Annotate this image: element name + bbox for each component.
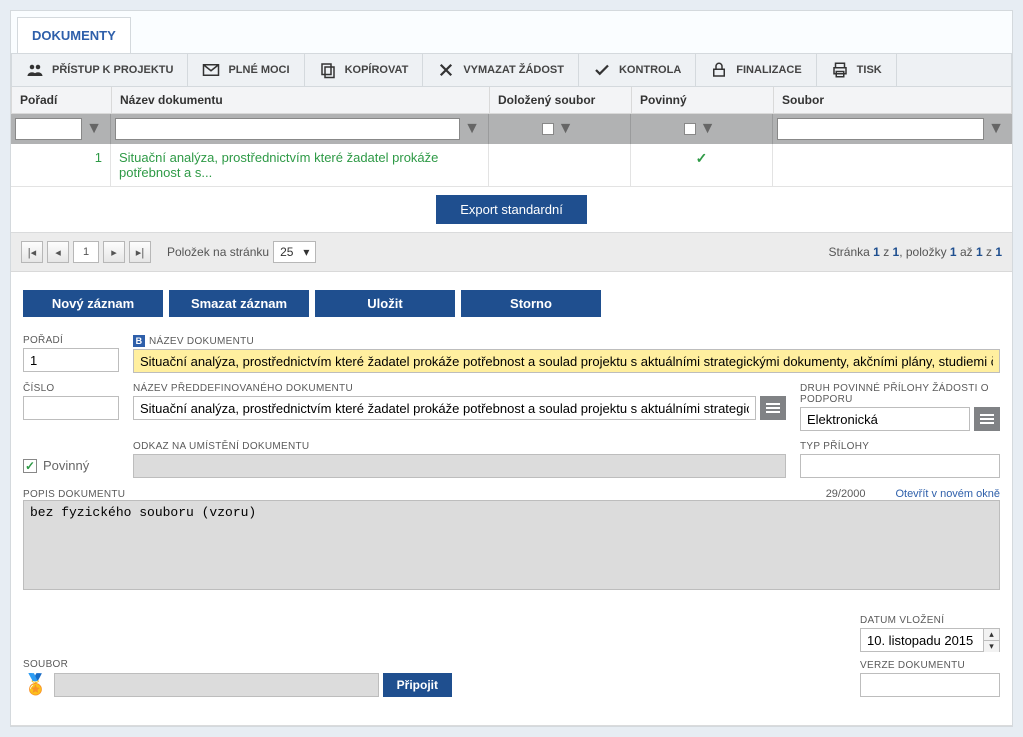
toolbar: PŘÍSTUP K PROJEKTU PLNÉ MOCI KOPÍROVAT V… bbox=[11, 53, 1012, 87]
col-file[interactable]: Soubor bbox=[774, 87, 1011, 113]
col-attached[interactable]: Doložený soubor bbox=[490, 87, 632, 113]
number-field[interactable] bbox=[23, 396, 119, 420]
pager-per-label: Položek na stránku bbox=[167, 245, 269, 259]
file-field[interactable] bbox=[54, 673, 379, 697]
chevron-down-icon: ▾ bbox=[303, 245, 309, 259]
doc-name-field[interactable] bbox=[133, 349, 1000, 373]
order-field[interactable] bbox=[23, 348, 119, 372]
table-row[interactable]: 1 Situační analýza, prostřednictvím kter… bbox=[11, 144, 1012, 187]
grid-header: Pořadí Název dokumentu Doložený soubor P… bbox=[11, 87, 1012, 114]
druh-field[interactable] bbox=[800, 407, 970, 431]
label-order: POŘADÍ bbox=[23, 335, 119, 346]
date-field[interactable] bbox=[860, 628, 1000, 652]
print-icon bbox=[831, 61, 849, 79]
label-type: TYP PŘÍLOHY bbox=[800, 441, 1000, 452]
filter-icon[interactable]: ▼ bbox=[988, 120, 1004, 138]
toolbar-access[interactable]: PŘÍSTUP K PROJEKTU bbox=[12, 54, 188, 86]
predef-lookup-icon[interactable] bbox=[760, 396, 786, 420]
signature-icon[interactable]: 🏅 bbox=[23, 672, 48, 697]
pager-prev[interactable]: ◂ bbox=[47, 241, 69, 263]
pager-next[interactable]: ▸ bbox=[103, 241, 125, 263]
type-field[interactable] bbox=[800, 454, 1000, 478]
attach-button[interactable]: Připojit bbox=[383, 673, 452, 697]
label-druh: DRUH POVINNÉ PŘÍLOHY ŽÁDOSTI O PODPORU bbox=[800, 383, 1000, 405]
save-button[interactable]: Uložit bbox=[315, 290, 455, 317]
col-order[interactable]: Pořadí bbox=[12, 87, 112, 113]
filter-icon[interactable]: ▼ bbox=[700, 120, 716, 138]
cell-file bbox=[773, 144, 1012, 186]
toolbar-copy[interactable]: KOPÍROVAT bbox=[305, 54, 424, 86]
filter-icon[interactable]: ▼ bbox=[464, 120, 480, 138]
toolbar-poa[interactable]: PLNÉ MOCI bbox=[188, 54, 304, 86]
label-number: ČÍSLO bbox=[23, 383, 119, 394]
label-mandatory: Povinný bbox=[43, 458, 89, 473]
toolbar-delete[interactable]: VYMAZAT ŽÁDOST bbox=[423, 54, 579, 86]
col-mandatory[interactable]: Povinný bbox=[632, 87, 774, 113]
label-date: DATUM VLOŽENÍ bbox=[860, 615, 1000, 626]
label-name: BNÁZEV DOKUMENTU bbox=[133, 335, 1000, 347]
cell-attached bbox=[489, 144, 631, 186]
desc-counter: 29/2000 bbox=[826, 488, 866, 500]
pager-status: Stránka 1 z 1, položky 1 až 1 z 1 bbox=[828, 245, 1002, 259]
link-field[interactable] bbox=[133, 454, 786, 478]
label-predef: NÁZEV PŘEDDEFINOVANÉHO DOKUMENTU bbox=[133, 383, 786, 394]
required-icon: B bbox=[133, 335, 145, 347]
date-spinner[interactable]: ▴▾ bbox=[983, 629, 999, 651]
check-icon: ✓ bbox=[696, 150, 708, 166]
druh-lookup-icon[interactable] bbox=[974, 407, 1000, 431]
filter-file[interactable] bbox=[777, 118, 984, 140]
open-new-window-link[interactable]: Otevřít v novém okně bbox=[895, 488, 1000, 500]
label-desc: POPIS DOKUMENTU bbox=[23, 489, 125, 500]
check-icon bbox=[593, 61, 611, 79]
label-version: VERZE DOKUMENTU bbox=[860, 660, 1000, 671]
pager-size-select[interactable]: 25▾ bbox=[273, 241, 316, 263]
chevron-up-icon[interactable]: ▴ bbox=[984, 629, 999, 641]
filter-icon[interactable]: ▼ bbox=[86, 120, 102, 138]
pager-page[interactable]: 1 bbox=[73, 241, 99, 263]
mail-icon bbox=[202, 61, 220, 79]
tab-documents[interactable]: DOKUMENTY bbox=[17, 17, 131, 53]
toolbar-check[interactable]: KONTROLA bbox=[579, 54, 696, 86]
cell-mandatory: ✓ bbox=[631, 144, 773, 186]
toolbar-print[interactable]: TISK bbox=[817, 54, 897, 86]
toolbar-finalize[interactable]: FINALIZACE bbox=[696, 54, 816, 86]
chevron-down-icon[interactable]: ▾ bbox=[984, 641, 999, 652]
predef-field[interactable] bbox=[133, 396, 756, 420]
filter-icon[interactable]: ▼ bbox=[558, 120, 574, 138]
col-name[interactable]: Název dokumentu bbox=[112, 87, 490, 113]
delete-button[interactable]: Smazat záznam bbox=[169, 290, 309, 317]
desc-field[interactable]: bez fyzického souboru (vzoru) bbox=[23, 500, 1000, 590]
pager-last[interactable]: ▸| bbox=[129, 241, 151, 263]
mandatory-checkbox[interactable] bbox=[23, 459, 37, 473]
cell-name: Situační analýza, prostřednictvím které … bbox=[111, 144, 489, 186]
close-icon bbox=[437, 61, 455, 79]
cancel-button[interactable]: Storno bbox=[461, 290, 601, 317]
pager-first[interactable]: |◂ bbox=[21, 241, 43, 263]
lock-icon bbox=[710, 61, 728, 79]
label-link: ODKAZ NA UMÍSTĚNÍ DOKUMENTU bbox=[133, 441, 786, 452]
copy-icon bbox=[319, 61, 337, 79]
cell-order: 1 bbox=[11, 144, 111, 186]
version-field[interactable] bbox=[860, 673, 1000, 697]
filter-attached-check[interactable] bbox=[542, 123, 554, 135]
filter-name[interactable] bbox=[115, 118, 460, 140]
export-button[interactable]: Export standardní bbox=[436, 195, 587, 224]
filter-order[interactable] bbox=[15, 118, 82, 140]
people-icon bbox=[26, 61, 44, 79]
new-button[interactable]: Nový záznam bbox=[23, 290, 163, 317]
filter-mandatory-check[interactable] bbox=[684, 123, 696, 135]
grid-filter-row: ▼ ▼ ▼ ▼ ▼ bbox=[11, 114, 1012, 144]
